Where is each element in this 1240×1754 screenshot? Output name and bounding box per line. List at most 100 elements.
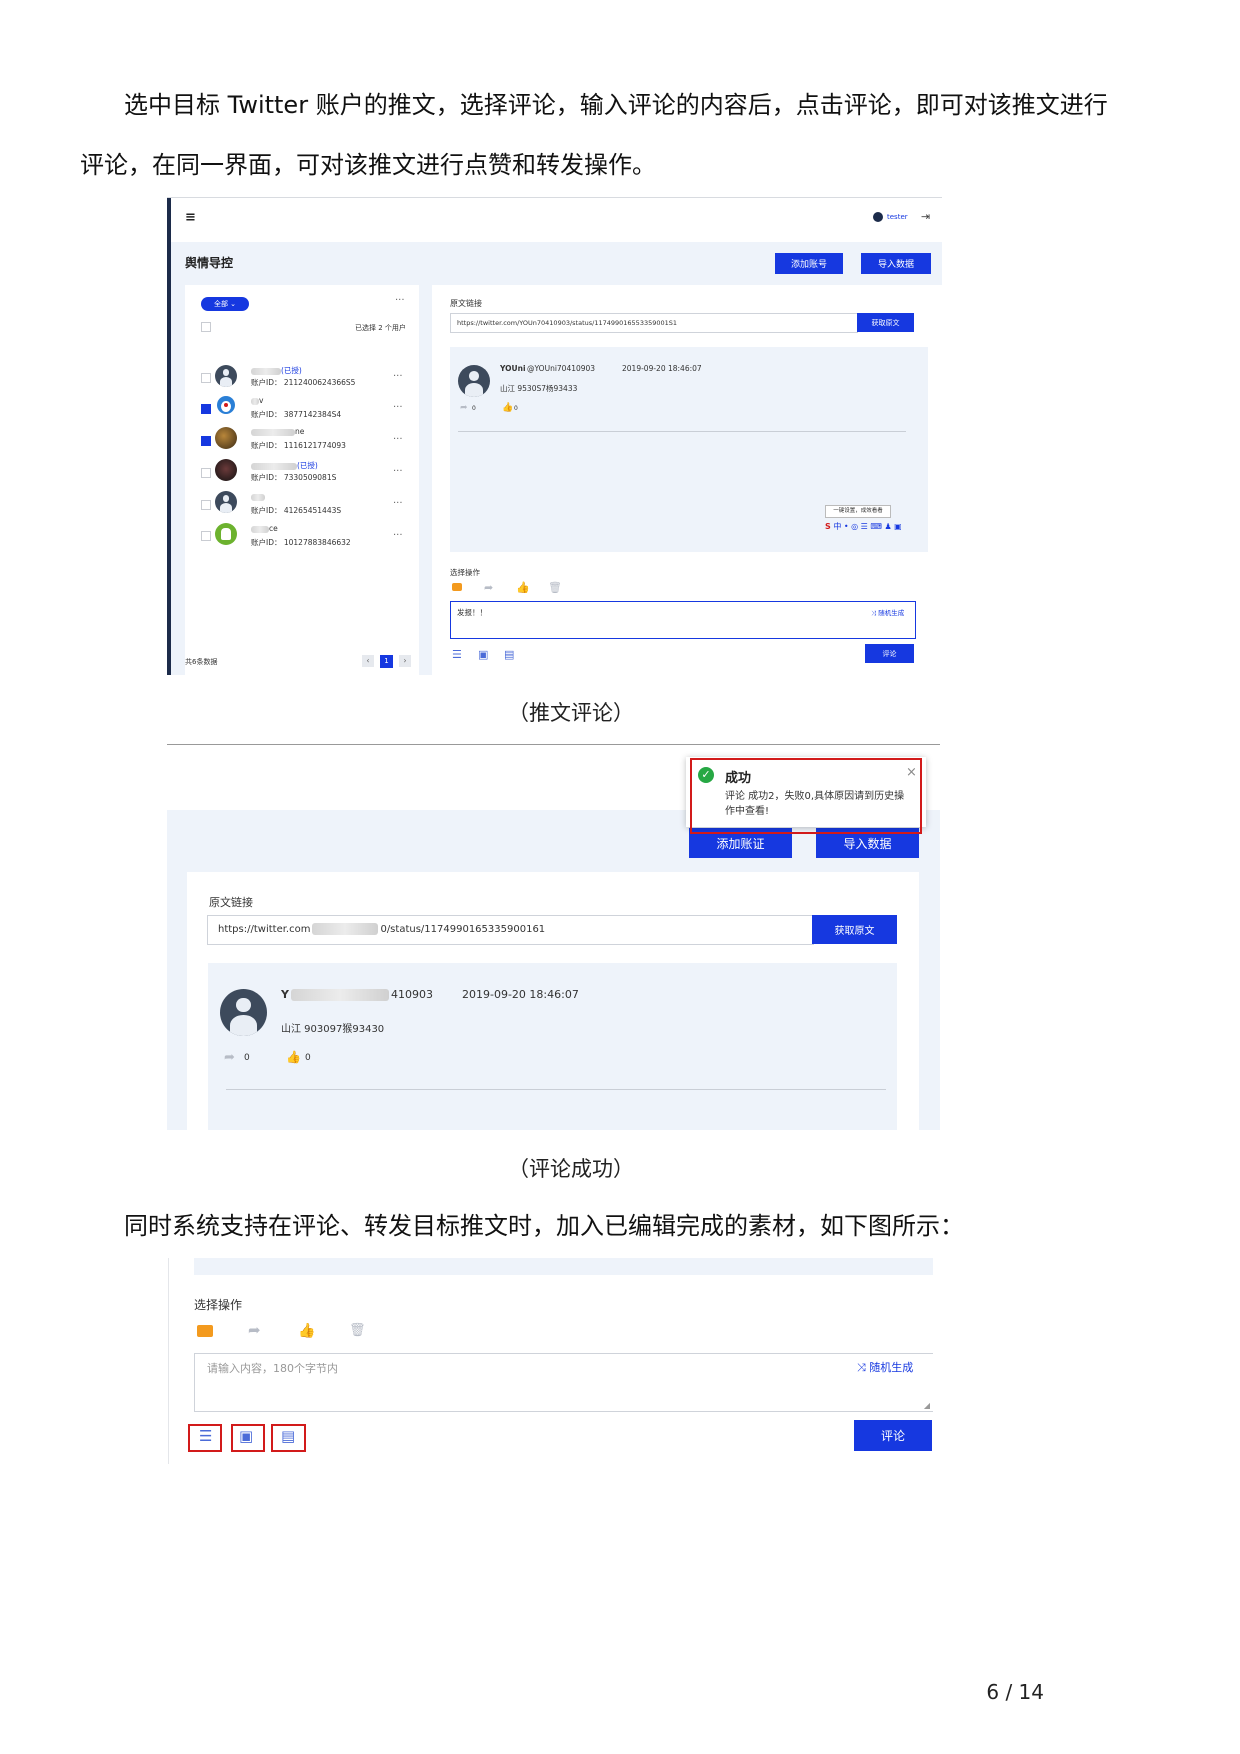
account-id: 账户ID： 7330509081S bbox=[251, 473, 337, 482]
prev-page-button[interactable]: ‹ bbox=[362, 655, 374, 667]
ime-toolbar-text: 中 • ◎ ☰ ⌨ ♟ ▣ bbox=[833, 522, 902, 531]
sidebar-edge bbox=[167, 198, 171, 675]
page-1-button[interactable]: 1 bbox=[380, 655, 393, 668]
screenshot-tweet-comment: ≡ tester ⇥ 舆情导控 添加账号 导入数据 全部 ⌄ ··· 已选择 2… bbox=[167, 197, 942, 675]
account-avatar bbox=[215, 427, 237, 449]
import-data-button[interactable]: 导入数据 bbox=[861, 253, 931, 274]
retweet-icon[interactable]: ➦ bbox=[460, 404, 468, 413]
comment-action-icon[interactable] bbox=[197, 1325, 213, 1337]
account-name-tail: (已授) bbox=[281, 366, 302, 375]
delete-action-icon[interactable]: 🗑 bbox=[349, 1324, 366, 1337]
add-account-label: 添加账证 bbox=[716, 836, 765, 851]
row-checkbox[interactable] bbox=[201, 500, 211, 510]
screenshot-comment-success: 添加账证 导入数据 原文链接 https://twitter.com 0/stat… bbox=[167, 810, 940, 1130]
comment-action-icon[interactable] bbox=[452, 583, 462, 591]
top-bar: ≡ tester ⇥ bbox=[171, 198, 942, 242]
retweet-action-icon[interactable]: ➦ bbox=[248, 1323, 261, 1338]
image-material-icon[interactable]: ▣ bbox=[478, 649, 488, 660]
tweet-author: YOUni bbox=[500, 364, 526, 373]
next-page-button[interactable]: › bbox=[399, 655, 411, 667]
comment-placeholder: 请输入内容，180个字节内 bbox=[207, 1362, 338, 1375]
tweet-card: YOUni @YOUni70410903 2019-09-20 18:46:07… bbox=[450, 347, 928, 552]
link-label: 原文链接 bbox=[209, 896, 253, 909]
fetch-original-button[interactable]: 获取原文 bbox=[857, 313, 914, 332]
random-generate-label: 随机生成 bbox=[878, 609, 905, 617]
like-count: 0 bbox=[514, 405, 518, 412]
tweet-author-avatar bbox=[458, 365, 490, 397]
ime-toolbar[interactable]: S 中 • ◎ ☰ ⌨ ♟ ▣ bbox=[825, 521, 902, 532]
random-generate[interactable]: ⤨ 随机生成 bbox=[857, 1359, 913, 1375]
row-more-icon[interactable]: ··· bbox=[393, 402, 403, 413]
tweet-author-head: Y bbox=[281, 988, 289, 1001]
delete-action-icon[interactable]: 🗑 bbox=[548, 582, 562, 593]
intro-line-1: 选中目标 Twitter 账户的推文，选择评论，输入评论的内容后，点击评论，即可… bbox=[124, 91, 1108, 119]
action-label: 选择操作 bbox=[450, 568, 480, 577]
row-checkbox[interactable] bbox=[201, 468, 211, 478]
tweet-card: Y 410903 2019-09-20 18:46:07 山江 903097猴93… bbox=[208, 963, 897, 1130]
row-more-icon[interactable]: ··· bbox=[393, 371, 403, 382]
row-checkbox[interactable] bbox=[201, 531, 211, 541]
page-title: 舆情导控 bbox=[185, 256, 234, 270]
logout-icon[interactable]: ⇥ bbox=[921, 210, 930, 223]
row-more-icon[interactable]: ··· bbox=[393, 498, 403, 509]
like-count: 0 bbox=[305, 1053, 311, 1063]
more-icon[interactable]: ··· bbox=[395, 295, 405, 306]
comment-button[interactable]: 评论 bbox=[854, 1420, 932, 1451]
account-id: 账户ID： 3877142384S4 bbox=[251, 410, 342, 419]
account-id: 账户ID： 2112400624366S5 bbox=[251, 378, 356, 387]
like-action-icon[interactable]: 👍 bbox=[298, 1324, 315, 1338]
retweet-count: 0 bbox=[472, 405, 476, 412]
text-material-icon[interactable]: ☰ bbox=[452, 649, 462, 660]
account-id: 账户ID： 1116121774093 bbox=[251, 441, 346, 450]
panel-strip bbox=[194, 1258, 933, 1275]
row-checkbox[interactable] bbox=[201, 436, 211, 446]
user-name[interactable]: tester bbox=[887, 213, 908, 221]
comment-button[interactable]: 评论 bbox=[865, 644, 914, 663]
retweet-action-icon[interactable]: ➦ bbox=[484, 582, 493, 593]
comment-button-label: 评论 bbox=[882, 649, 897, 658]
menu-icon[interactable]: ≡ bbox=[185, 210, 196, 225]
intro-line-2: 评论，在同一界面，可对该推文进行点赞和转发操作。 bbox=[80, 151, 656, 179]
comment-textarea[interactable]: 请输入内容，180个字节内 ⤨ 随机生成 ◢ bbox=[194, 1353, 933, 1412]
link-prefix: https://twitter.com bbox=[218, 924, 311, 935]
row-checkbox[interactable] bbox=[201, 404, 211, 414]
text-material-highlight bbox=[188, 1424, 222, 1452]
select-all-checkbox[interactable] bbox=[201, 322, 211, 332]
link-input[interactable]: https://twitter.com 0/status/117499016533… bbox=[207, 915, 814, 945]
tweet-divider bbox=[458, 431, 906, 432]
tweet-text: 山江 9530S7杨93433 bbox=[500, 384, 578, 393]
row-more-icon[interactable]: ··· bbox=[393, 434, 403, 445]
account-name-tail: ce bbox=[269, 524, 278, 533]
user-avatar-icon[interactable] bbox=[873, 212, 883, 222]
account-name-tail: (已授) bbox=[297, 461, 318, 470]
add-account-button[interactable]: 添加账号 bbox=[775, 253, 843, 274]
tweet-handle: @YOUni70410903 bbox=[527, 364, 596, 373]
account-id: 账户ID： 10127883846632 bbox=[251, 538, 351, 547]
row-checkbox[interactable] bbox=[201, 373, 211, 383]
outro-text: 同时系统支持在评论、转发目标推文时，加入已编辑完成的素材，如下图所示： bbox=[124, 1212, 964, 1240]
link-input[interactable]: https://twitter.com/YOUn70410903/status/… bbox=[450, 313, 858, 333]
resize-handle-icon[interactable]: ◢ bbox=[924, 1401, 930, 1410]
add-account-label: 添加账号 bbox=[790, 260, 827, 270]
retweet-icon[interactable]: ➦ bbox=[224, 1051, 235, 1064]
tweet-text: 山江 903097猴93430 bbox=[281, 1024, 385, 1035]
row-more-icon[interactable]: ··· bbox=[393, 530, 403, 541]
comment-textarea[interactable]: 发报！！ ⤨ 随机生成 bbox=[450, 601, 916, 639]
tweet-time: 2019-09-20 18:46:07 bbox=[622, 364, 702, 373]
import-data-label: 导入数据 bbox=[877, 260, 914, 270]
video-material-icon[interactable]: ▤ bbox=[504, 649, 514, 660]
comment-button-label: 评论 bbox=[880, 1429, 905, 1443]
random-generate[interactable]: ⤨ 随机生成 bbox=[871, 607, 904, 618]
fetch-original-label: 获取原文 bbox=[834, 926, 875, 937]
retweet-count: 0 bbox=[244, 1053, 250, 1063]
tweet-divider bbox=[226, 1089, 886, 1090]
like-action-icon[interactable]: 👍 bbox=[516, 582, 530, 593]
action-label: 选择操作 bbox=[194, 1298, 243, 1312]
row-more-icon[interactable]: ··· bbox=[393, 466, 403, 477]
like-icon[interactable]: 👍 bbox=[286, 1051, 301, 1063]
toast-highlight-box bbox=[690, 758, 922, 834]
filter-dropdown[interactable]: 全部 ⌄ bbox=[201, 297, 249, 311]
like-icon[interactable]: 👍 bbox=[502, 404, 513, 413]
total-count: 共6条数据 bbox=[185, 658, 218, 666]
fetch-original-button[interactable]: 获取原文 bbox=[812, 915, 897, 944]
